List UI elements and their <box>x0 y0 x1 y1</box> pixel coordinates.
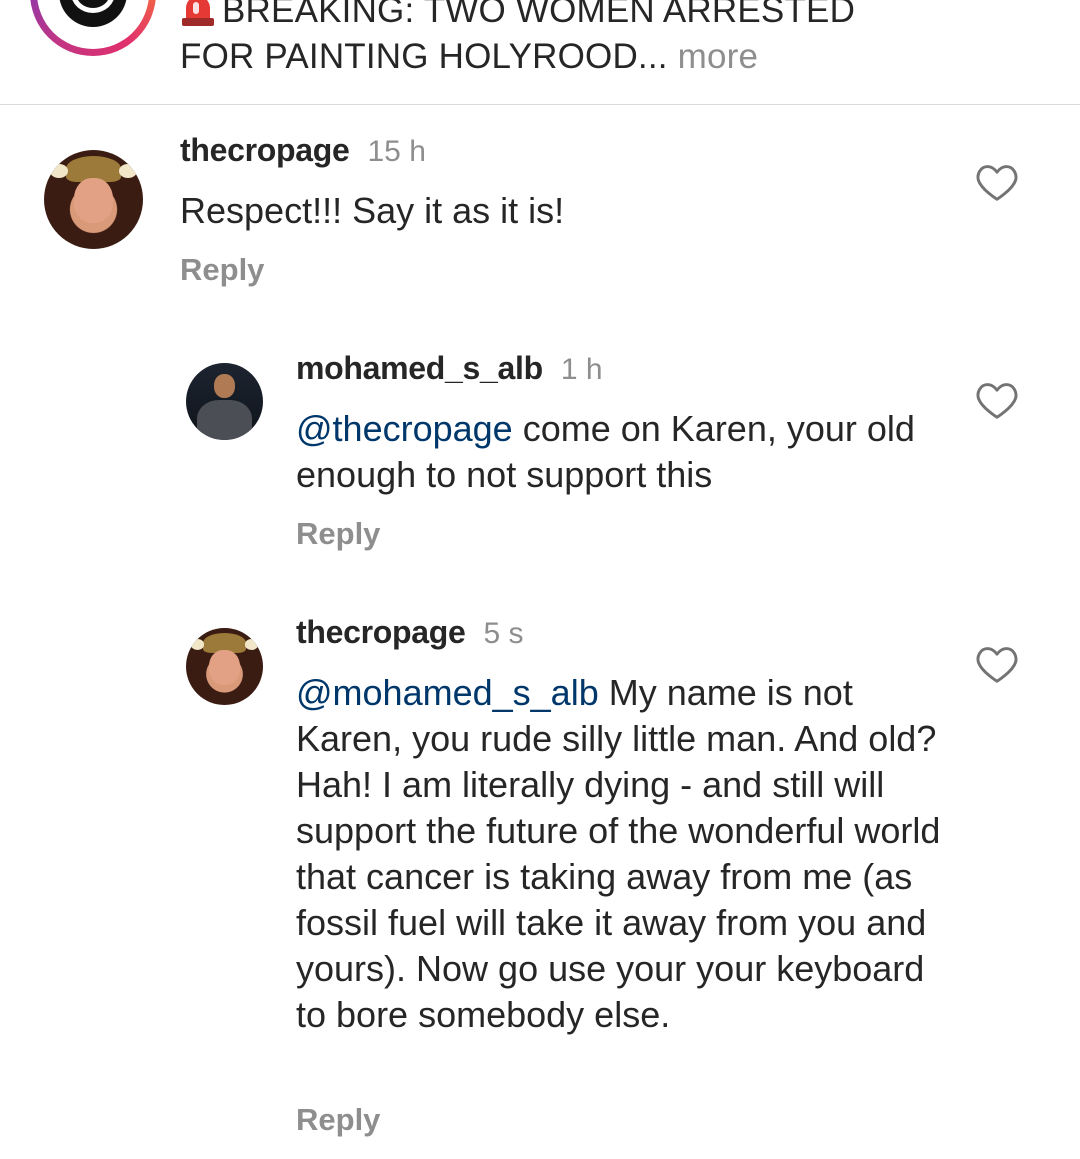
caption-line-1: BREAKING: TWO WOMEN ARRESTED <box>222 0 856 30</box>
comment-header: thecropage 5 s <box>296 614 524 651</box>
reply-button[interactable]: Reply <box>296 1102 380 1138</box>
comment-username[interactable]: thecropage <box>296 614 466 650</box>
comment-text: @mohamed_s_alb My name is not Karen, you… <box>296 670 946 1038</box>
like-heart-icon[interactable] <box>975 644 1019 684</box>
like-heart-icon[interactable] <box>975 162 1019 202</box>
commenter-avatar[interactable] <box>44 150 143 249</box>
comment-timestamp: 1 h <box>560 353 603 386</box>
caption-line-2: FOR PAINTING HOLYROOD... <box>180 37 668 76</box>
account-logo-icon <box>59 0 127 27</box>
commenter-avatar[interactable] <box>186 363 263 440</box>
comment-body: Respect!!! Say it as it is! <box>180 190 565 231</box>
divider <box>0 104 1080 105</box>
more-link[interactable]: more <box>668 37 758 76</box>
comment-header: thecropage 15 h <box>180 132 426 169</box>
reply-button[interactable]: Reply <box>180 252 264 288</box>
like-heart-icon[interactable] <box>975 380 1019 420</box>
comment-username[interactable]: thecropage <box>180 132 350 168</box>
post-caption: BREAKING: TWO WOMEN ARRESTED FOR PAINTIN… <box>180 0 940 80</box>
commenter-avatar[interactable] <box>186 628 263 705</box>
reply-button[interactable]: Reply <box>296 516 380 552</box>
comment-timestamp: 15 h <box>367 135 426 168</box>
post-author-avatar[interactable] <box>30 0 156 56</box>
mention-link[interactable]: @thecropage <box>296 408 513 449</box>
comment-text: Respect!!! Say it as it is! <box>180 188 920 234</box>
comment-body: My name is not Karen, you rude silly lit… <box>296 672 941 1035</box>
comment-header: mohamed_s_alb 1 h <box>296 350 603 387</box>
mention-link[interactable]: @mohamed_s_alb <box>296 672 599 713</box>
comment-username[interactable]: mohamed_s_alb <box>296 350 543 386</box>
comment-timestamp: 5 s <box>483 617 524 650</box>
siren-icon <box>180 0 216 26</box>
comment-text: @thecropage come on Karen, your old enou… <box>296 406 916 498</box>
